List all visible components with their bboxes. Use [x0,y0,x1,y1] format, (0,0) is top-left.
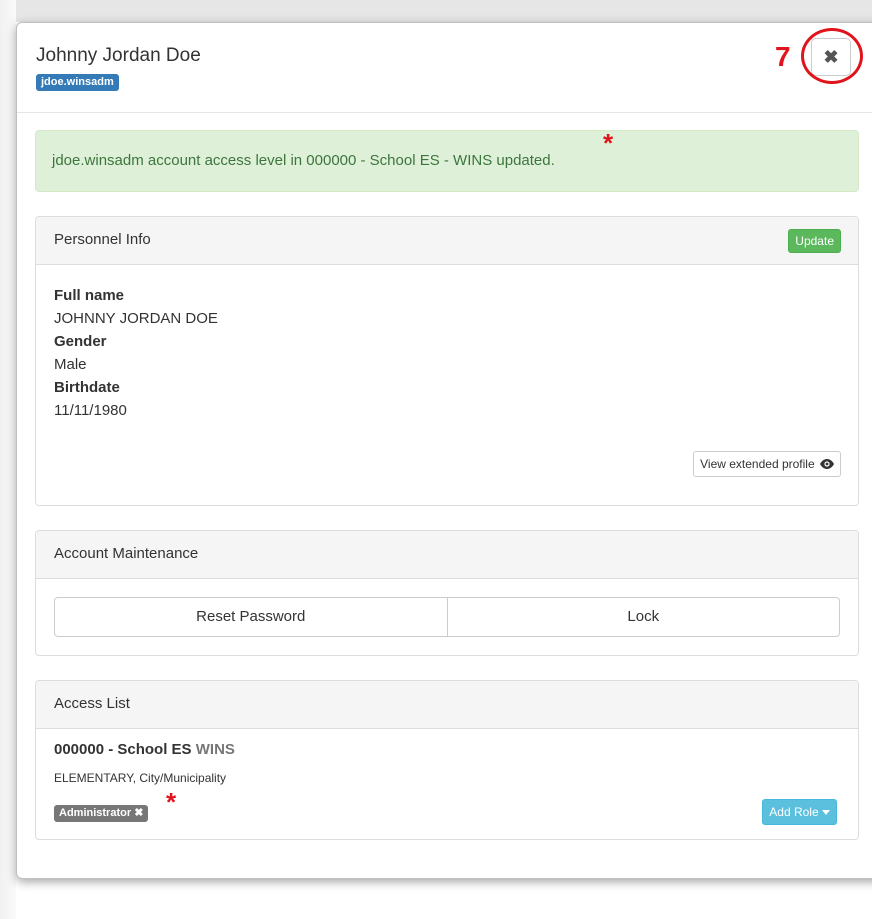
annotation-star: * [603,128,614,158]
username-badge: jdoe.winsadm [36,74,119,91]
gender-label: Gender [54,333,107,350]
school-system: WINS [195,741,235,758]
fullname-label: Full name [54,287,125,304]
reset-password-button[interactable]: Reset Password [54,597,448,637]
gender-value: Male [54,356,87,373]
account-maintenance-panel: Account Maintenance Reset Password Lock [35,530,859,656]
modal-header: Johnny Jordan Doe jdoe.winsadm 7 ✖ [17,23,872,113]
eye-icon [820,459,834,469]
alert-message: jdoe.winsadm account access level in 000… [52,152,555,169]
personnel-info-heading: Personnel Info Update [36,217,858,265]
page-backdrop-top [0,0,872,22]
add-role-button[interactable]: Add Role [762,799,837,825]
birthdate-value: 11/11/1980 [54,402,127,419]
account-maintenance-heading: Account Maintenance [36,531,858,579]
personnel-details: Full name JOHNNY JORDAN DOE Gender Male … [54,284,218,422]
birthdate-label: Birthdate [54,379,120,396]
access-list-title: Access List [54,695,130,712]
user-modal: Johnny Jordan Doe jdoe.winsadm 7 ✖ jdoe.… [16,22,872,879]
personnel-info-title: Personnel Info [54,231,151,248]
role-annotation-star: * [166,787,177,817]
add-role-label: Add Role [769,805,819,819]
close-highlight-circle [801,28,863,84]
maintenance-button-group: Reset Password Lock [54,597,840,637]
caret-down-icon [822,810,830,815]
view-extended-profile-button[interactable]: View extended profile [693,451,841,477]
account-maintenance-title: Account Maintenance [54,545,199,562]
fullname-value: JOHNNY JORDAN DOE [54,310,218,327]
update-button[interactable]: Update [788,229,841,253]
personnel-info-panel: Personnel Info Update Full name JOHNNY J… [35,216,859,506]
school-name: 000000 - School ES [54,741,192,758]
lock-button[interactable]: Lock [447,597,840,637]
view-extended-profile-label: View extended profile [700,457,815,471]
step-number-annotation: 7 [775,41,791,72]
role-badge-administrator: Administrator ✖ [54,805,149,822]
remove-role-icon[interactable]: ✖ [134,807,143,819]
school-type: ELEMENTARY, City/Municipality [54,771,227,785]
school-entry: 000000 - School ES WINS [54,741,235,758]
success-alert: jdoe.winsadm account access level in 000… [35,130,859,192]
access-list-panel: Access List 000000 - School ES WINS ELEM… [35,680,859,840]
role-name: Administrator [59,807,132,819]
page-backdrop-left [0,0,16,919]
modal-title: Johnny Jordan Doe [36,45,201,66]
access-list-heading: Access List [36,681,858,729]
